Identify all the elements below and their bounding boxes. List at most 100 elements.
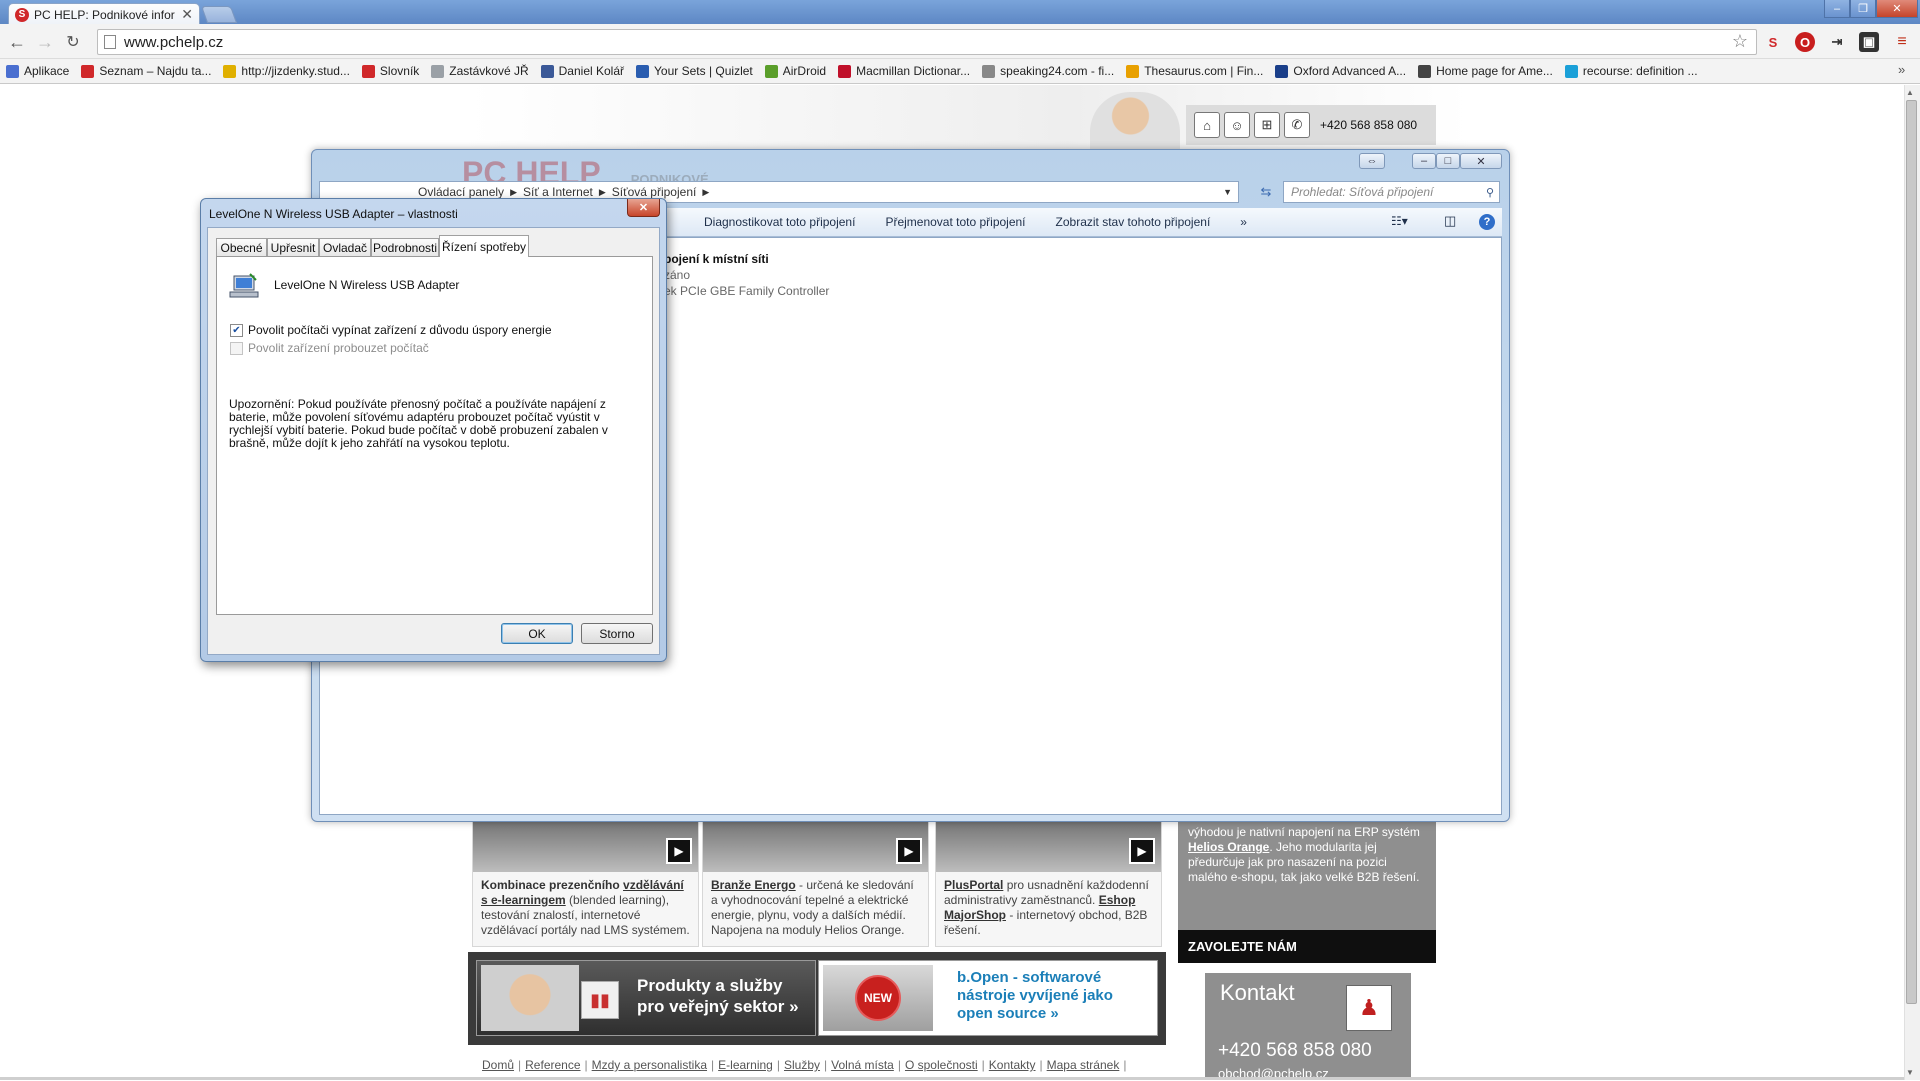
footer-link[interactable]: Služby [784, 1058, 820, 1072]
more-bookmarks-chevron-icon[interactable]: » [1898, 62, 1905, 77]
back-arrow-icon[interactable]: ← [6, 31, 28, 53]
ok-button[interactable]: OK [501, 623, 573, 644]
bookmark-item[interactable]: speaking24.com - fi... [982, 64, 1114, 78]
ex-close-button[interactable]: ✕ [1460, 153, 1502, 169]
oxford-icon [1275, 64, 1289, 78]
footer-link[interactable]: E-learning [718, 1058, 773, 1072]
energo-card[interactable]: ▶ Branže Energo - určená ke sledování a … [702, 815, 929, 947]
play-icon[interactable]: ▶ [1129, 838, 1155, 864]
elearning-card[interactable]: ▶ Kombinace prezenčního vzdělávání s e-l… [472, 815, 699, 947]
scroll-down-icon[interactable]: ▼ [1906, 1068, 1914, 1077]
tab-details[interactable]: Podrobnosti [371, 238, 439, 257]
card-image [703, 816, 928, 872]
cancel-button[interactable]: Storno [581, 623, 653, 644]
card-link[interactable]: PlusPortal [944, 878, 1003, 892]
new-tab-button[interactable] [200, 6, 238, 23]
view-options-icon[interactable]: ☷▾ [1391, 214, 1408, 228]
allow-power-off-label[interactable]: Povolit počítači vypínat zařízení z důvo… [248, 323, 552, 337]
forward-arrow-icon[interactable]: → [34, 31, 56, 53]
bookmark-item[interactable]: Oxford Advanced A... [1275, 64, 1406, 78]
tab-general[interactable]: Obecné [216, 238, 267, 257]
play-icon[interactable]: ▶ [666, 838, 692, 864]
bookmark-item[interactable]: Macmillan Dictionar... [838, 64, 970, 78]
dialog-close-button[interactable]: ✕ [627, 199, 660, 217]
explorer-search-input[interactable]: Prohledat: Síťová připojení ⚲ [1283, 181, 1500, 203]
allow-wake-label[interactable]: Povolit zařízení probouzet počítač [248, 341, 429, 355]
breadcrumb-item[interactable]: Ovládací panely [418, 185, 504, 199]
ex-minimize-button[interactable]: ‒ [1412, 153, 1436, 169]
helios-link[interactable]: Helios Orange [1188, 840, 1269, 854]
more-commands-chevron-icon[interactable]: » [1240, 215, 1247, 229]
view-status-button[interactable]: Zobrazit stav tohoto připojení [1056, 215, 1211, 229]
connection-status: záno [664, 268, 691, 282]
footer-separator: | [776, 1058, 780, 1072]
bookmark-item[interactable]: Slovník [361, 64, 419, 78]
footer-link[interactable]: Volná místa [831, 1058, 894, 1072]
help-icon[interactable]: ? [1479, 214, 1495, 230]
browser-tab[interactable]: S PC HELP: Podnikové infor ✕ [8, 3, 200, 25]
chevron-right-icon[interactable]: ▶ [599, 187, 606, 198]
bookmark-item[interactable]: Your Sets | Quizlet [636, 64, 753, 78]
chevron-right-icon[interactable]: ▶ [702, 187, 709, 198]
footer-link[interactable]: Reference [525, 1058, 580, 1072]
reload-icon[interactable]: ↻ [62, 31, 84, 53]
close-window-button[interactable]: ✕ [1876, 0, 1918, 18]
bookmark-item[interactable]: recourse: definition ... [1564, 64, 1698, 78]
public-sector-promo[interactable]: ▮▮ Produkty a služby pro veřejný sektor » [476, 960, 816, 1036]
minimize-button[interactable]: ‒ [1824, 0, 1850, 18]
scrollbar-thumb[interactable] [1906, 100, 1917, 1004]
bookmark-item[interactable]: Aplikace [6, 64, 69, 78]
plusportal-card[interactable]: ▶ PlusPortal pro usnadnění každodenní ad… [935, 815, 1162, 947]
play-icon[interactable]: ▶ [896, 838, 922, 864]
footer-link[interactable]: Kontakty [989, 1058, 1036, 1072]
bopen-promo[interactable]: NEW b.Open - softwarové nástroje vyvíjené… [818, 960, 1158, 1036]
rename-connection-button[interactable]: Přejmenovat toto připojení [885, 215, 1025, 229]
bookmark-item[interactable]: Home page for Ame... [1418, 64, 1553, 78]
connection-name[interactable]: pojení k místní síti [664, 252, 769, 266]
bookmark-item[interactable]: Zastávkové JŘ [431, 64, 529, 78]
footer-link[interactable]: Domů [482, 1058, 514, 1072]
users-icon[interactable]: ☺ [1224, 112, 1250, 138]
bookmark-item[interactable]: Daniel Kolář [540, 64, 624, 78]
allow-wake-checkbox[interactable] [230, 342, 243, 355]
bookmark-item[interactable]: Thesaurus.com | Fin... [1126, 64, 1263, 78]
scroll-up-icon[interactable]: ▲ [1906, 88, 1914, 97]
chevron-down-icon[interactable]: ▼ [1223, 187, 1232, 197]
footer-link[interactable]: O společnosti [905, 1058, 978, 1072]
chrome-menu-icon[interactable]: ≡ [1892, 32, 1912, 52]
chevron-right-icon[interactable]: ▶ [510, 187, 517, 198]
sitemap-icon[interactable]: ⊞ [1254, 112, 1280, 138]
bookmark-item[interactable]: Seznam – Najdu ta... [81, 64, 211, 78]
seznam-icon [361, 64, 375, 78]
footer-link[interactable]: Mzdy a personalistika [592, 1058, 707, 1072]
browser-toolbar: ← → ↻ www.pchelp.cz ☆ S O ⇥ ▣ ≡ [0, 24, 1920, 59]
footer-separator: | [981, 1058, 985, 1072]
tab-close-icon[interactable]: ✕ [181, 6, 193, 23]
adblock-extension-icon[interactable]: O [1795, 32, 1815, 52]
breadcrumb-item[interactable]: Síť a Internet [523, 185, 593, 199]
preview-pane-icon[interactable]: ◫ [1444, 213, 1456, 229]
bookmark-item[interactable]: AirDroid [764, 64, 826, 78]
allow-power-off-checkbox[interactable]: ✔ [230, 324, 243, 337]
tab-power-management[interactable]: Řízení spotřeby [439, 235, 529, 257]
url-text[interactable]: www.pchelp.cz [124, 34, 223, 51]
address-bar[interactable]: www.pchelp.cz ☆ [97, 29, 1757, 55]
seznam-extension-icon[interactable]: S [1763, 32, 1783, 52]
phone-icon[interactable]: ✆ [1284, 112, 1310, 138]
notifications-extension-icon[interactable]: ▣ [1859, 32, 1879, 52]
search-icon[interactable]: ⚲ [1486, 186, 1494, 199]
breadcrumb-item[interactable]: Síťová připojení [612, 185, 697, 199]
pushbullet-extension-icon[interactable]: ⇥ [1827, 32, 1847, 52]
restore-button[interactable]: ❐ [1850, 0, 1876, 18]
footer-link[interactable]: Mapa stránek [1047, 1058, 1120, 1072]
tab-driver[interactable]: Ovladač [319, 238, 371, 257]
refresh-icon[interactable]: ⇆ [1254, 181, 1278, 203]
home-icon[interactable]: ⌂ [1194, 112, 1220, 138]
snap-icon[interactable]: ⇔ [1359, 153, 1385, 169]
tab-advanced[interactable]: Upřesnit [267, 238, 319, 257]
ex-maximize-button[interactable]: □ [1436, 153, 1460, 169]
bookmark-item[interactable]: http://jizdenky.stud... [223, 64, 350, 78]
bookmark-star-icon[interactable]: ☆ [1732, 31, 1748, 52]
diagnose-connection-button[interactable]: Diagnostikovat toto připojení [704, 215, 855, 229]
card-link[interactable]: Branže Energo [711, 878, 796, 892]
